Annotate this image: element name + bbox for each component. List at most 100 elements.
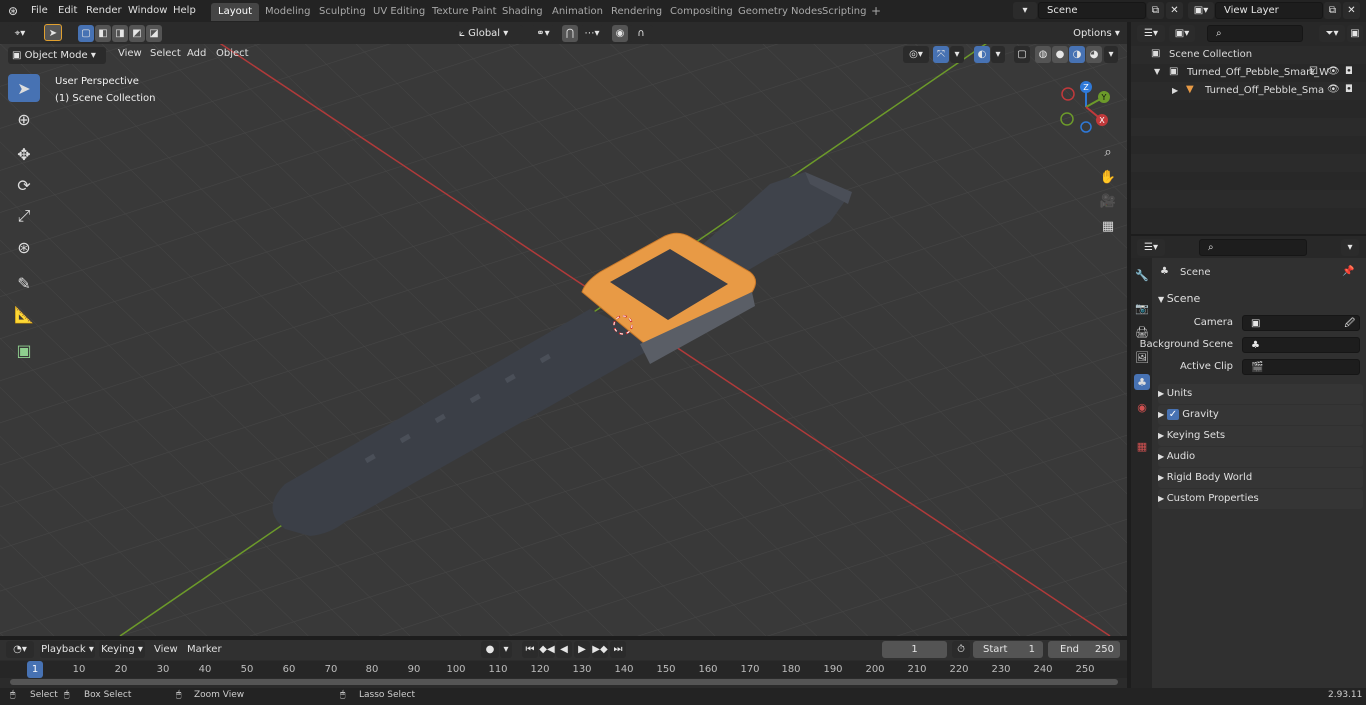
panel-keying-sets[interactable]: ▶ Keying Sets <box>1158 426 1363 446</box>
new-view-layer-icon[interactable]: ⧉ <box>1324 2 1341 19</box>
tab-texture-paint[interactable]: Texture Paint <box>425 3 504 21</box>
outliner-editor-type-icon[interactable]: ☰▾ <box>1137 25 1165 42</box>
tab-shading[interactable]: Shading <box>495 3 550 21</box>
perspective-toggle-icon[interactable]: ▦ <box>1097 215 1119 237</box>
tab-compositing[interactable]: Compositing <box>663 3 740 21</box>
jump-end-icon[interactable]: ⏭ <box>610 641 626 658</box>
playback-menu[interactable]: Playback ▾ <box>40 641 95 658</box>
navigation-gizmo[interactable]: Z Y X <box>1052 77 1122 147</box>
rotate-tool-icon[interactable]: ⟳ <box>8 171 40 199</box>
eye-icon[interactable]: 👁 <box>1327 84 1340 95</box>
panel-gravity[interactable]: ▶ ✓ Gravity <box>1158 405 1363 425</box>
tab-uv-editing[interactable]: UV Editing <box>366 3 432 21</box>
outliner-row-object[interactable]: ▶ ▼ Turned_Off_Pebble_Sma 👁 ◘ <box>1131 82 1366 100</box>
panel-rigid-body-world[interactable]: ▶ Rigid Body World <box>1158 468 1363 488</box>
annotate-tool-icon[interactable]: ✎ <box>8 269 40 297</box>
select-tool-icon[interactable]: ➤ <box>44 24 62 41</box>
editor-type-icon[interactable]: ⌖▾ <box>6 25 34 42</box>
play-reverse-icon[interactable]: ◀ <box>556 641 572 658</box>
camera-field[interactable]: ▣ 🖉 <box>1242 315 1360 331</box>
preview-range-icon[interactable]: ⏱ <box>952 641 970 658</box>
tab-sculpting[interactable]: Sculpting <box>312 3 373 21</box>
active-clip-field[interactable]: 🎬 <box>1242 359 1360 375</box>
menu-file[interactable]: File <box>31 4 48 18</box>
mode-extend-icon[interactable]: ◧ <box>95 25 111 42</box>
scene-name-field[interactable]: Scene <box>1038 2 1146 19</box>
view-layer-field[interactable]: View Layer <box>1215 2 1323 19</box>
overlay-toggle-icon[interactable]: ◐ <box>974 46 990 63</box>
keying-menu[interactable]: Keying ▾ <box>99 641 145 658</box>
expand-arrow-icon[interactable]: ▶ <box>1172 86 1178 95</box>
pan-hand-icon[interactable]: ✋ <box>1097 166 1119 188</box>
overlay-dropdown-icon[interactable]: ▾ <box>991 46 1005 63</box>
proportional-falloff-icon[interactable]: ∩ <box>629 25 653 42</box>
shading-material-icon[interactable]: ◑ <box>1069 46 1085 63</box>
start-frame-field[interactable]: Start 1 <box>973 641 1043 658</box>
record-dropdown-icon[interactable]: ▾ <box>500 641 512 658</box>
world-tab-icon[interactable]: ◉ <box>1134 399 1150 415</box>
blender-logo-icon[interactable]: ⊛ <box>8 4 18 18</box>
texture-tab-icon[interactable]: ▦ <box>1134 438 1150 454</box>
snap-toggle-icon[interactable]: ⋂ <box>562 25 578 42</box>
xray-toggle-icon[interactable]: ▢ <box>1014 46 1030 63</box>
menu-help[interactable]: Help <box>173 4 196 18</box>
shading-rendered-icon[interactable]: ◕ <box>1086 46 1102 63</box>
3d-viewport[interactable]: ▣ Object Mode ▾ View Select Add Object ◎… <box>0 44 1127 636</box>
background-scene-field[interactable]: ♣ <box>1242 337 1360 353</box>
cursor-tool-icon[interactable]: ⊕ <box>8 105 40 133</box>
viewport-menu-select[interactable]: Select <box>150 47 181 61</box>
add-cube-tool-icon[interactable]: ▣ <box>8 336 40 364</box>
current-frame-field[interactable]: 1 <box>882 641 947 658</box>
display-mode-icon[interactable]: ▣▾ <box>1169 25 1195 42</box>
gravity-checkbox[interactable]: ✓ <box>1166 409 1180 420</box>
playhead[interactable]: 1 <box>27 661 43 678</box>
zoom-icon[interactable]: ⌕ <box>1097 141 1119 163</box>
tab-rendering[interactable]: Rendering <box>604 3 669 21</box>
viewport-menu-view[interactable]: View <box>118 47 142 61</box>
pivot-point-icon[interactable]: ⚭▾ <box>531 25 555 42</box>
tab-layout[interactable]: Layout <box>211 3 259 21</box>
menu-edit[interactable]: Edit <box>58 4 77 18</box>
scene-selector-icon[interactable]: ▾ <box>1013 2 1037 19</box>
menu-window[interactable]: Window <box>128 4 167 18</box>
timeline-editor-type-icon[interactable]: ◔▾ <box>6 641 34 658</box>
timeline-marker-menu[interactable]: Marker <box>187 643 222 657</box>
viewport-menu-add[interactable]: Add <box>187 47 206 61</box>
record-icon[interactable]: ● <box>481 641 499 658</box>
play-icon[interactable]: ▶ <box>574 641 590 658</box>
proportional-edit-icon[interactable]: ◉ <box>612 25 628 42</box>
shading-solid-icon[interactable]: ● <box>1052 46 1068 63</box>
transform-orientation-dropdown[interactable]: ⟀ Global ▾ <box>455 25 523 42</box>
outliner-search-input[interactable]: ⌕ <box>1207 25 1303 42</box>
move-tool-icon[interactable]: ✥ <box>8 140 40 168</box>
timeline-view-menu[interactable]: View <box>154 643 178 657</box>
delete-view-layer-icon[interactable]: ✕ <box>1343 2 1360 19</box>
eyedropper-icon[interactable]: 🖉 <box>1344 316 1355 331</box>
new-collection-icon[interactable]: ▣ <box>1347 25 1363 42</box>
properties-options-icon[interactable]: ▾ <box>1341 239 1359 256</box>
jump-start-icon[interactable]: ⏮ <box>522 641 538 658</box>
mode-intersect-icon[interactable]: ◪ <box>146 25 162 42</box>
tool-tab-icon[interactable]: 🔧 <box>1134 267 1150 283</box>
panel-custom-properties[interactable]: ▶ Custom Properties <box>1158 489 1363 509</box>
scene-panel-header[interactable]: ▼ Scene <box>1158 289 1363 309</box>
options-dropdown[interactable]: Options ▾ <box>1069 25 1124 42</box>
shading-dropdown-icon[interactable]: ▾ <box>1104 46 1118 63</box>
outliner-row-collection[interactable]: ▼ ▣ Turned_Off_Pebble_Smart_W ☑ 👁 ◘ <box>1131 64 1366 82</box>
camera-icon[interactable]: ◘ <box>1345 84 1353 95</box>
tab-animation[interactable]: Animation <box>545 3 610 21</box>
delete-scene-icon[interactable]: ✕ <box>1166 2 1183 19</box>
outliner-row-root[interactable]: ▣ Scene Collection <box>1131 46 1366 64</box>
view-layer-selector-icon[interactable]: ▣▾ <box>1188 2 1214 19</box>
tab-scripting[interactable]: Scripting <box>815 3 873 21</box>
properties-search-input[interactable]: ⌕ <box>1199 239 1307 256</box>
properties-editor-type-icon[interactable]: ☰▾ <box>1137 239 1165 256</box>
gizmo-toggle-icon[interactable]: ⤧ <box>933 46 949 63</box>
expand-arrow-icon[interactable]: ▼ <box>1154 67 1160 76</box>
add-workspace-button[interactable]: + <box>871 4 881 18</box>
mode-new-icon[interactable]: ▢ <box>78 25 94 42</box>
gizmo-dropdown-icon[interactable]: ▾ <box>950 46 964 63</box>
scale-tool-icon[interactable]: ⤢ <box>8 202 40 230</box>
end-frame-field[interactable]: End 250 <box>1048 641 1120 658</box>
camera-icon[interactable]: ◘ <box>1345 66 1353 77</box>
